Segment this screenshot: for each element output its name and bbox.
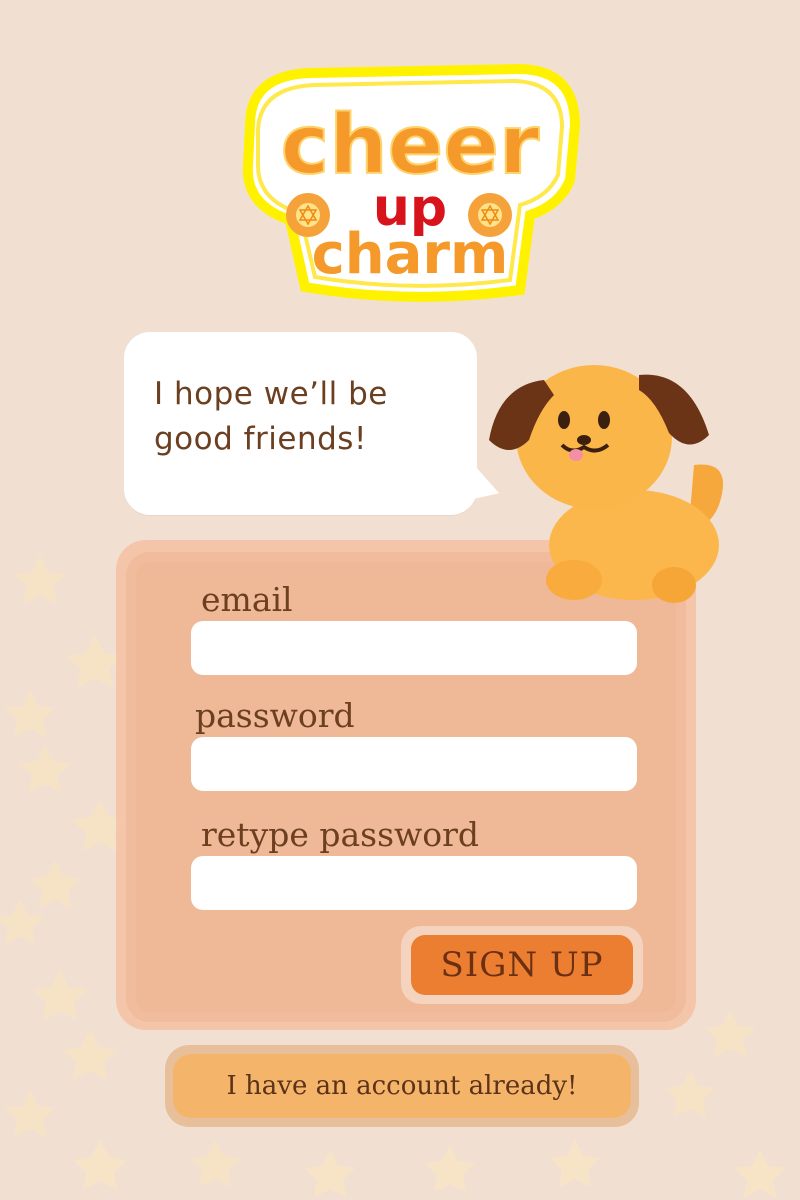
speech-bubble: I hope we’ll be good friends! — [124, 332, 477, 515]
dog-mascot-icon — [489, 365, 724, 603]
star-decoration-icon — [550, 1140, 600, 1187]
star-decoration-icon — [67, 635, 123, 688]
email-label: email — [201, 580, 293, 619]
star-decoration-icon — [14, 555, 66, 604]
star-decoration-icon — [705, 1010, 755, 1057]
star-decoration-icon — [665, 1070, 715, 1117]
star-decoration-icon — [425, 1145, 475, 1192]
star-decoration-icon — [33, 970, 87, 1020]
star-decoration-icon — [0, 900, 44, 944]
star-decoration-icon — [305, 1150, 355, 1197]
password-label: password — [195, 696, 355, 735]
star-decoration-icon — [735, 1150, 785, 1197]
password-input[interactable] — [191, 737, 637, 791]
star-decoration-icon — [73, 1140, 127, 1190]
star-decoration-icon — [190, 1140, 240, 1187]
speech-line-2: good friends! — [154, 421, 367, 457]
star-decoration-icon — [63, 1030, 117, 1080]
logo-flower-icon — [286, 193, 330, 237]
email-input[interactable] — [191, 621, 637, 675]
star-decoration-icon — [5, 1090, 55, 1137]
signup-screen: cheer up charm I hope we’ll be good frie… — [0, 0, 800, 1200]
star-decoration-icon — [5, 690, 55, 737]
retype-password-label: retype password — [201, 815, 480, 854]
speech-line-1: I hope we’ll be — [154, 376, 388, 412]
speech-bubble-text: I hope we’ll be good friends! — [154, 372, 454, 462]
signup-button[interactable]: SIGN UP — [411, 935, 633, 995]
logo-flower-icon — [468, 193, 512, 237]
app-logo: cheer up charm — [230, 55, 590, 305]
star-decoration-icon — [20, 745, 70, 792]
have-account-button[interactable]: I have an account already! — [173, 1054, 631, 1118]
retype-password-input[interactable] — [191, 856, 637, 910]
star-decoration-icon — [30, 860, 80, 908]
